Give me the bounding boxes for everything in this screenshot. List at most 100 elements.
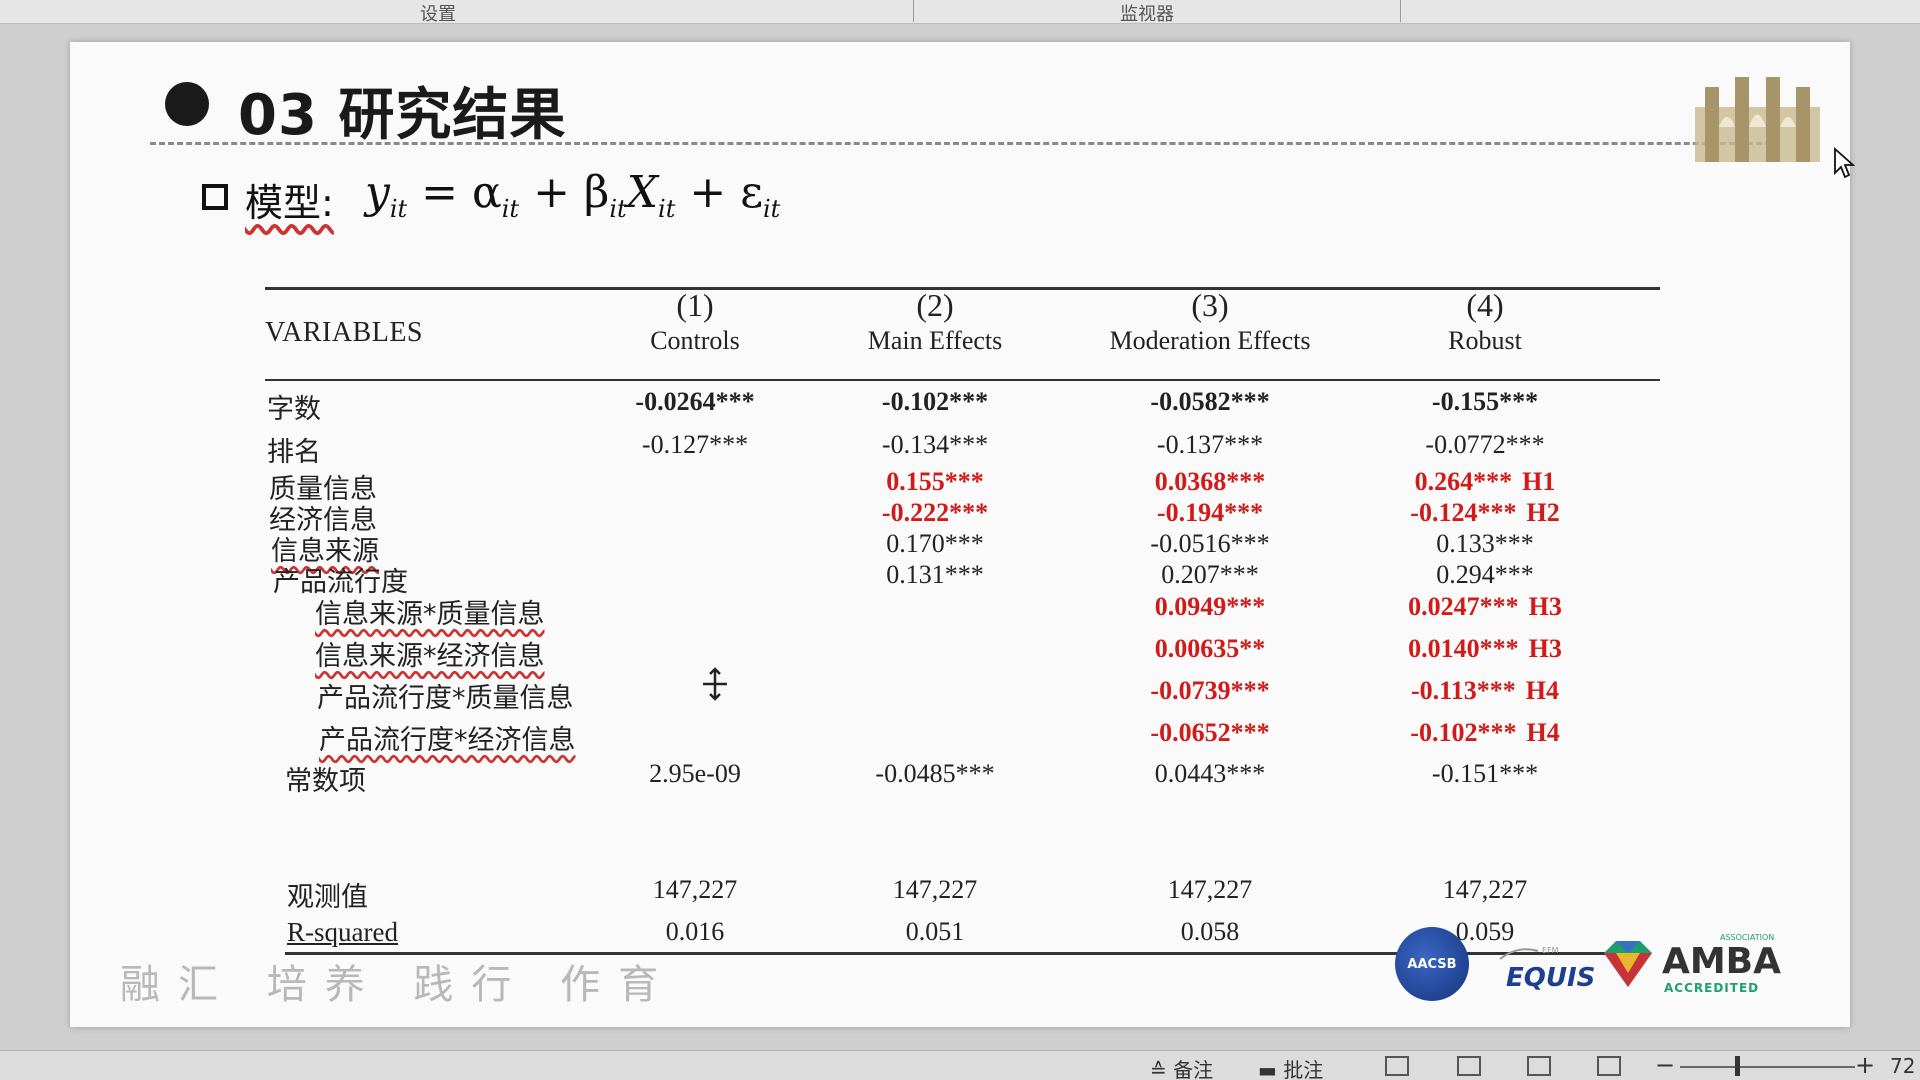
cell-controls: 2.95e-09	[649, 759, 741, 788]
table-row: 观测值 147,227 147,227 147,227 147,227	[265, 875, 1660, 913]
table-row: 产品流行度*经济信息 -0.0652*** -0.102*** H4	[265, 718, 1660, 756]
slide-sorter-view-icon[interactable]	[1457, 1056, 1481, 1076]
table-row: 产品流行度*质量信息 -0.0739*** -0.113*** H4	[265, 676, 1660, 714]
formula-y: y	[365, 167, 390, 218]
cell-moderation-effects: -0.137***	[1156, 430, 1264, 459]
table-row: 信息来源*经济信息 0.00635** 0.0140*** H3	[265, 634, 1660, 672]
tab-monitor[interactable]: 监视器	[1120, 0, 1174, 26]
model-formula: yit = αit + βitXit + εit	[365, 167, 780, 223]
cell-moderation-effects: 0.0368***	[1154, 467, 1266, 496]
cell-main-effects: -0.134***	[881, 430, 989, 459]
table-header-rule	[265, 379, 1660, 381]
column-header: (1) Controls	[565, 287, 825, 359]
cell-robust: 0.0140*** H3	[1355, 634, 1615, 664]
cell-robust: 147,227	[1442, 875, 1528, 904]
zoom-level[interactable]: 72	[1890, 1054, 1915, 1078]
cell-moderation-effects: 0.0949***	[1154, 592, 1266, 621]
hypothesis-tag: H4	[1526, 718, 1560, 747]
column-name: Main Effects	[867, 326, 1003, 355]
reading-view-icon[interactable]	[1527, 1056, 1551, 1076]
cell-controls: -0.0264***	[635, 387, 755, 416]
cell-value: -0.124***	[1410, 498, 1517, 527]
cell-moderation-effects: 0.0443***	[1154, 759, 1266, 788]
variables-header: VARIABLES	[265, 317, 424, 348]
slide-canvas: 03 研究结果 模型: yit = αit + βitXit + εit VAR…	[70, 42, 1855, 1027]
formula-plus: +	[519, 167, 584, 218]
equis-top-text: EFMD	[1542, 946, 1558, 955]
cell-controls: 0.016	[665, 917, 725, 946]
table-row: 字数 -0.0264*** -0.102*** -0.0582*** -0.15…	[265, 387, 1660, 425]
cell-robust: 0.133***	[1436, 529, 1534, 558]
cell-main-effects: 0.170***	[886, 529, 984, 558]
amba-gem-icon	[1604, 941, 1652, 987]
title-divider	[150, 142, 1780, 145]
title-bullet-icon	[165, 82, 209, 126]
row-label: 产品流行度*质量信息	[317, 683, 574, 714]
cell-controls: -0.127***	[641, 430, 749, 459]
table-row: 质量信息 0.155*** 0.0368*** 0.264*** H1	[265, 467, 1660, 505]
hypothesis-tag: H4	[1525, 676, 1559, 705]
table-row: 经济信息 -0.222*** -0.194*** -0.124*** H2	[265, 498, 1660, 536]
school-motto-watermark: 融汇 培养 践行 作育	[120, 962, 677, 1008]
column-name: Moderation Effects	[1109, 326, 1311, 355]
table-row: 排名 -0.127*** -0.134*** -0.137*** -0.0772…	[265, 430, 1660, 468]
formula-beta: β	[583, 167, 610, 218]
tab-settings[interactable]: 设置	[420, 0, 456, 26]
zoom-in-button[interactable]: +	[1855, 1051, 1875, 1079]
cell-moderation-effects: -0.194***	[1156, 498, 1264, 527]
equis-swoosh-icon: EFMD	[1499, 946, 1558, 960]
column-number: (4)	[1466, 287, 1504, 323]
cell-robust: 0.294***	[1436, 560, 1534, 589]
row-label: 排名	[267, 437, 321, 468]
cell-moderation-effects: -0.0739***	[1150, 676, 1270, 705]
table-row: 产品流行度 0.131*** 0.207*** 0.294***	[265, 560, 1660, 598]
cell-robust: -0.102*** H4	[1355, 718, 1615, 748]
cell-moderation-effects: 0.058	[1180, 917, 1240, 946]
zoom-slider-thumb[interactable]	[1735, 1056, 1740, 1076]
normal-view-icon[interactable]	[1385, 1056, 1409, 1076]
cell-value: 0.264***	[1414, 467, 1513, 496]
cell-moderation-effects: 147,227	[1167, 875, 1253, 904]
row-label: 信息来源*经济信息	[315, 641, 545, 672]
zoom-out-button[interactable]: −	[1655, 1051, 1675, 1079]
cell-controls: 147,227	[652, 875, 738, 904]
slide-title: 03 研究结果	[238, 83, 567, 148]
column-number: (2)	[916, 287, 954, 323]
cell-main-effects: 0.051	[905, 917, 965, 946]
cell-robust: -0.155***	[1431, 387, 1539, 416]
equis-logo: EFMD EQUIS	[1488, 937, 1595, 1007]
zoom-slider-track[interactable]	[1680, 1066, 1855, 1068]
formula-epsilon: ε	[740, 167, 763, 218]
comments-button[interactable]: ▬ 批注	[1258, 1054, 1323, 1080]
column-name: Controls	[650, 326, 740, 355]
slideshow-view-icon[interactable]	[1597, 1056, 1621, 1076]
cell-robust: -0.113*** H4	[1355, 676, 1615, 706]
cell-main-effects: 0.155***	[886, 467, 984, 496]
notes-button[interactable]: ≙ 备注	[1150, 1054, 1213, 1080]
cell-moderation-effects: -0.0652***	[1150, 718, 1270, 747]
app-status-bar: ≙ 备注 ▬ 批注 − + 72	[0, 1050, 1920, 1080]
column-name: Robust	[1448, 326, 1522, 355]
formula-alpha: α	[472, 167, 502, 218]
notes-label: 备注	[1173, 1058, 1214, 1080]
model-label: 模型:	[245, 181, 334, 225]
hypothesis-tag: H3	[1528, 634, 1562, 663]
row-label: 产品流行度*经济信息	[319, 725, 576, 756]
table-row: 信息来源*质量信息 0.0949*** 0.0247*** H3	[265, 592, 1660, 630]
amba-accredited-text: ACCREDITED	[1664, 981, 1760, 995]
cell-main-effects: 147,227	[892, 875, 978, 904]
formula-sub: it	[501, 194, 520, 223]
row-label: 观测值	[287, 882, 368, 913]
row-label: 字数	[267, 394, 321, 425]
tab-separator	[1400, 0, 1401, 22]
cell-robust: 0.0247*** H3	[1355, 592, 1615, 622]
cell-value: -0.102***	[1410, 718, 1517, 747]
table-row: 常数项 2.95e-09 -0.0485*** 0.0443*** -0.151…	[265, 759, 1660, 797]
amba-association-text: ASSOCIATION	[1720, 933, 1775, 942]
column-number: (3)	[1191, 287, 1229, 323]
cell-moderation-effects: 0.207***	[1161, 560, 1259, 589]
table-row: 信息来源 0.170*** -0.0516*** 0.133***	[265, 529, 1660, 567]
hypothesis-tag: H3	[1528, 592, 1562, 621]
cell-robust: 0.264*** H1	[1355, 467, 1615, 497]
amba-wordmark: AMBA	[1662, 941, 1781, 982]
